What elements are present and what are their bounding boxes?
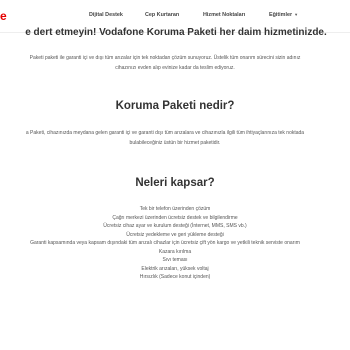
intro-line-1: Paketi paketi ile garanti içi ve dışı tü…: [29, 55, 301, 61]
coverage-item: Hırsızlık (Sadece konut içinden): [139, 274, 211, 280]
coverage-item: Elektrik arızaları, yüksek voltaj: [141, 265, 209, 272]
nav-cep-kurtaran[interactable]: Cep Kurtaran: [145, 12, 179, 18]
coverage-list: Tek bir telefon üzerinden çözüm Çağrı me…: [0, 205, 350, 282]
what-is-title: Koruma Paketi nedir?: [115, 100, 235, 112]
hero-headline-container: e dert etmeyin! Vodafone Koruma Paketi h…: [0, 25, 350, 37]
what-is-line-1: a Paketi, cihazınızda meydana gelen gara…: [25, 130, 305, 136]
hero-headline: e dert etmeyin! Vodafone Koruma Paketi h…: [25, 27, 327, 37]
coverage-item: Tek bir telefon üzerinden çözüm: [139, 206, 211, 212]
coverage-item: Ücretsiz yedekleme ve geri yükleme deste…: [126, 231, 224, 238]
coverage-title: Neleri kapsar?: [135, 177, 215, 189]
nav-hizmet-noktalari[interactable]: Hizmet Noktaları: [203, 12, 245, 18]
what-is-paragraph: a Paketi, cihazınızda meydana gelen gara…: [0, 129, 350, 148]
intro-line-2: cihazınızı evden alıp evinize kadar da t…: [115, 64, 235, 71]
coverage-item: Garanti kapsamında veya kapsam dışındaki…: [30, 240, 300, 246]
what-is-line-2: bulabileceğiniz üstün bir hizmet paketid…: [129, 139, 221, 146]
coverage-item: Çağrı merkezi üzerinden ücretsiz destek …: [112, 214, 238, 221]
brand-logo-text[interactable]: e: [0, 9, 7, 23]
coverage-item: Kazara kırılma: [158, 248, 192, 255]
nav-egitimler-label: Eğitimler: [269, 12, 293, 18]
coverage-item: Sıvı teması: [162, 257, 188, 263]
coverage-item: Ücretsiz cihaz ayar ve kurulum desteği (…: [103, 223, 247, 229]
nav-dijital-destek[interactable]: Dijital Destek: [89, 12, 123, 18]
nav-egitimler[interactable]: Eğitimler ▼: [269, 12, 298, 18]
intro-paragraph: Paketi paketi ile garanti içi ve dışı tü…: [0, 54, 350, 73]
chevron-down-icon: ▼: [294, 12, 299, 17]
